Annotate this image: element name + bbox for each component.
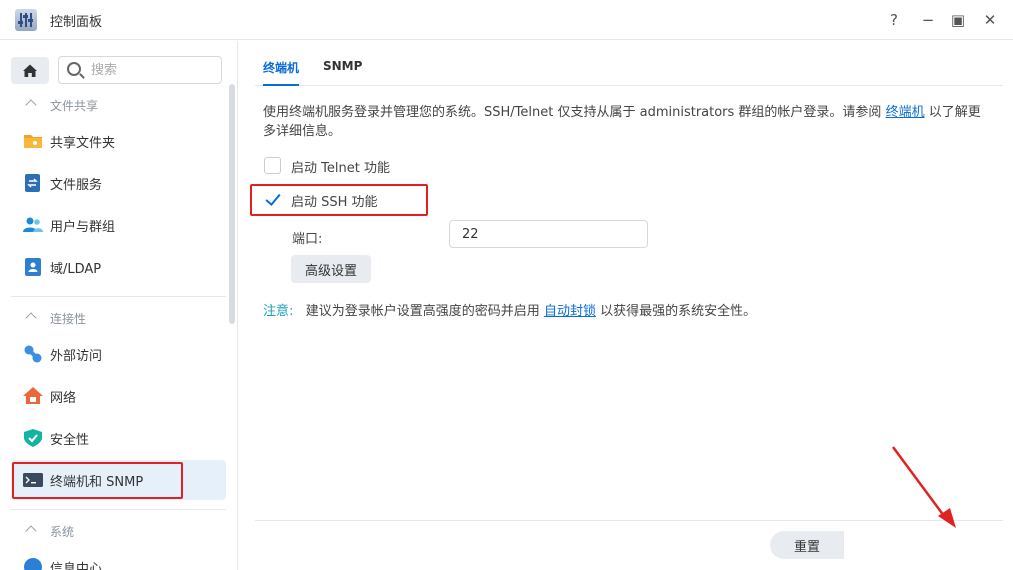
home-button[interactable] — [11, 57, 49, 84]
footer-divider — [255, 520, 1003, 521]
chevron-up-icon — [25, 525, 37, 537]
sidebar-item-file-services[interactable]: 文件服务 — [11, 163, 226, 203]
sidebar-scrollbar[interactable] — [229, 84, 235, 324]
sidebar-item-label: 信息中心 — [50, 562, 103, 570]
close-icon[interactable]: ✕ — [979, 9, 1001, 31]
chevron-up-icon — [25, 99, 37, 111]
telnet-label: 启动 Telnet 功能 — [291, 161, 390, 176]
sidebar-item-shared-folder[interactable]: 共享文件夹 — [11, 121, 226, 161]
sidebar-item-label: 外部访问 — [50, 349, 103, 364]
sidebar-item-label: 域/LDAP — [50, 262, 102, 277]
security-note: 注意: 建议为登录帐户设置高强度的密码并启用 自动封锁 以获得最强的系统安全性。 — [263, 300, 756, 319]
sidebar-item-external-access[interactable]: 外部访问 — [11, 334, 226, 374]
folder-share-icon — [24, 135, 42, 148]
section-label: 文件共享 — [50, 99, 99, 113]
reset-button[interactable]: 重置 — [770, 531, 844, 559]
section-label: 系统 — [50, 525, 75, 539]
terminal-description: 使用终端机服务登录并管理您的系统。SSH/Telnet 仅支持从属于 admin… — [263, 103, 991, 141]
highlight-box-ssh — [250, 184, 428, 216]
note-text: 建议为登录帐户设置高强度的密码并启用 — [305, 304, 544, 319]
section-header-system[interactable]: 系统 — [0, 523, 228, 549]
terminal-help-link[interactable]: 终端机 — [886, 105, 925, 120]
auto-block-link[interactable]: 自动封锁 — [544, 304, 596, 319]
chevron-up-icon — [25, 312, 37, 324]
highlight-box-terminal-item — [12, 462, 183, 499]
tab-terminal[interactable]: 终端机 — [263, 59, 300, 86]
section-divider — [11, 296, 226, 297]
tab-bar: 终端机 SNMP — [255, 41, 1003, 86]
sidebar-item-label: 安全性 — [50, 433, 90, 448]
file-services-icon — [25, 174, 40, 192]
port-label: 端口: — [292, 232, 323, 247]
telnet-checkbox[interactable] — [264, 157, 281, 174]
sidebar-item-domain-ldap[interactable]: 域/LDAP — [11, 247, 226, 287]
security-shield-icon — [24, 429, 42, 447]
sidebar-item-label: 共享文件夹 — [50, 136, 116, 151]
search-box[interactable] — [58, 56, 222, 84]
search-icon — [67, 62, 81, 76]
sidebar-item-users-groups[interactable]: 用户与群组 — [11, 205, 226, 245]
sidebar-item-security[interactable]: 安全性 — [11, 418, 226, 458]
note-text-end: 以获得最强的系统安全性。 — [595, 304, 757, 319]
sidebar: 文件共享 共享文件夹 文件服务 用户与群组 域/LDAP — [0, 41, 238, 570]
sidebar-item-label: 网络 — [50, 391, 77, 406]
search-input[interactable] — [91, 61, 211, 79]
sidebar-item-label: 文件服务 — [50, 178, 103, 193]
sidebar-item-label: 用户与群组 — [50, 220, 116, 235]
network-icon — [23, 387, 43, 404]
info-icon — [24, 558, 42, 570]
section-header-connectivity[interactable]: 连接性 — [0, 310, 228, 336]
maximize-icon[interactable]: ▣ — [947, 9, 969, 31]
note-key: 注意: — [263, 304, 294, 319]
sidebar-item-info-center[interactable]: 信息中心 — [11, 547, 226, 570]
control-panel-app-icon — [15, 9, 37, 31]
port-input[interactable] — [449, 220, 648, 248]
section-divider — [11, 509, 226, 510]
advanced-settings-button[interactable]: 高级设置 — [291, 255, 371, 283]
window-title: 控制面板 — [50, 15, 103, 30]
section-header-file-sharing[interactable]: 文件共享 — [0, 97, 228, 123]
description-text: 使用终端机服务登录并管理您的系统。SSH/Telnet 仅支持从属于 admin… — [263, 105, 886, 120]
domain-ldap-icon — [25, 258, 41, 276]
external-access-icon — [24, 345, 42, 363]
main-panel: 终端机 SNMP 使用终端机服务登录并管理您的系统。SSH/Telnet 仅支持… — [239, 41, 1013, 570]
tab-snmp[interactable]: SNMP — [323, 59, 362, 73]
sidebar-item-network[interactable]: 网络 — [11, 376, 226, 416]
home-icon — [23, 64, 37, 77]
section-label: 连接性 — [50, 312, 87, 326]
help-icon[interactable]: ? — [883, 9, 905, 31]
title-bar: 控制面板 ? − ▣ ✕ — [0, 0, 1013, 40]
users-icon — [23, 217, 43, 232]
minimize-icon[interactable]: − — [917, 9, 939, 31]
